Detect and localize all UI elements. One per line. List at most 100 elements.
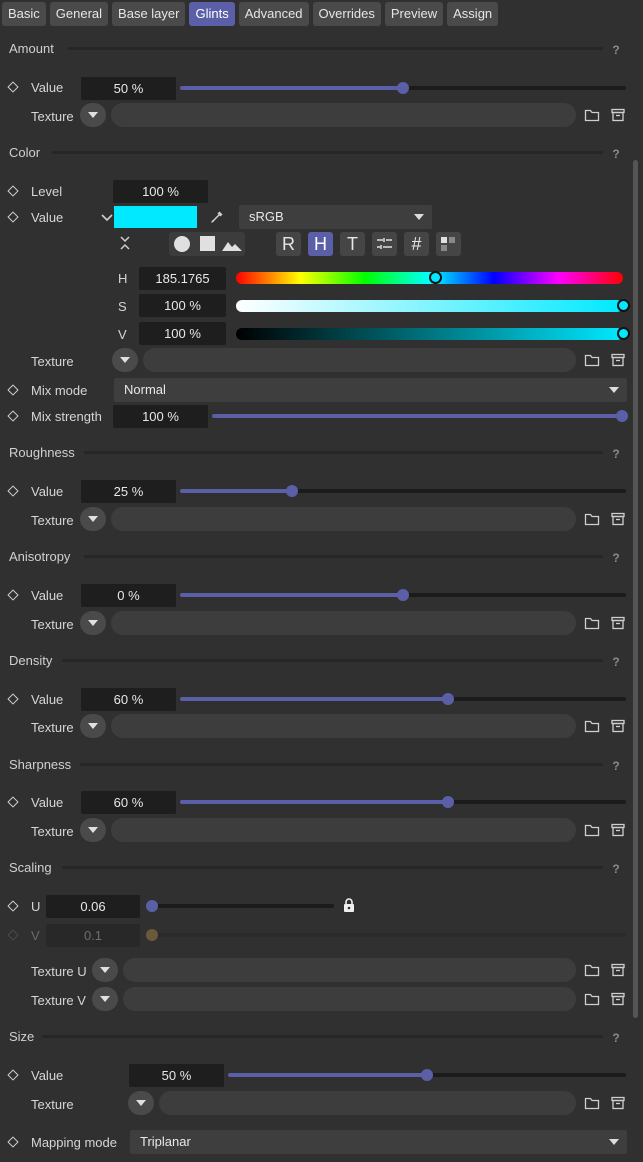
tab-glints[interactable]: Glints	[189, 2, 235, 26]
help-icon[interactable]: ?	[611, 551, 621, 565]
lock-icon[interactable]	[341, 897, 357, 913]
keyframe-icon[interactable]	[7, 384, 19, 396]
scale-u-field[interactable]: 0.06	[46, 895, 140, 918]
slider-handle[interactable]	[441, 693, 454, 705]
amount-value-field[interactable]: 50 %	[81, 77, 176, 100]
slider-handle[interactable]	[397, 82, 409, 94]
texture-slot[interactable]	[111, 714, 576, 738]
tab-preview[interactable]: Preview	[384, 2, 444, 26]
help-icon[interactable]: ?	[611, 759, 621, 773]
archive-icon[interactable]	[610, 352, 626, 368]
help-icon[interactable]: ?	[611, 862, 621, 876]
scrollbar[interactable]	[633, 160, 638, 1018]
folder-icon[interactable]	[584, 991, 600, 1007]
folder-icon[interactable]	[584, 962, 600, 978]
slider-handle[interactable]	[617, 327, 630, 340]
size-slider[interactable]	[228, 1069, 626, 1081]
size-value-field[interactable]: 50 %	[129, 1064, 224, 1087]
mode-button-h[interactable]: H	[308, 232, 333, 256]
folder-icon[interactable]	[584, 1095, 600, 1111]
archive-icon[interactable]	[610, 962, 626, 978]
tab-overrides[interactable]: Overrides	[312, 2, 381, 26]
tab-general[interactable]: General	[49, 2, 109, 26]
slider-handle[interactable]	[397, 589, 409, 601]
help-icon[interactable]: ?	[611, 447, 621, 461]
texture-slot[interactable]	[143, 348, 576, 372]
texture-slot[interactable]	[111, 818, 576, 842]
texture-slot[interactable]	[123, 958, 576, 982]
texture-dropdown-button[interactable]	[112, 348, 138, 372]
texture-dropdown-button[interactable]	[80, 714, 106, 738]
sharpness-slider[interactable]	[180, 796, 626, 808]
mode-button-r[interactable]: R	[276, 232, 301, 256]
help-icon[interactable]: ?	[611, 43, 621, 57]
archive-icon[interactable]	[610, 511, 626, 527]
texture-dropdown-button[interactable]	[80, 507, 106, 531]
tab-base-layer[interactable]: Base layer	[112, 2, 186, 26]
folder-icon[interactable]	[584, 107, 600, 123]
folder-icon[interactable]	[584, 718, 600, 734]
help-icon[interactable]: ?	[611, 1031, 621, 1045]
slider-handle[interactable]	[428, 271, 442, 284]
mode-button-mixer[interactable]	[372, 232, 397, 256]
mode-button-swatches[interactable]	[436, 232, 461, 256]
mode-button-t[interactable]: T	[340, 232, 365, 256]
scale-u-slider[interactable]	[146, 900, 334, 912]
folder-icon[interactable]	[584, 822, 600, 838]
archive-icon[interactable]	[610, 822, 626, 838]
slider-handle[interactable]	[617, 299, 630, 312]
brightness-slider[interactable]	[236, 327, 630, 340]
tab-advanced[interactable]: Advanced	[238, 2, 309, 26]
slider-handle[interactable]	[441, 796, 454, 808]
colorspace-dropdown[interactable]: sRGB	[239, 205, 432, 229]
mix-strength-slider[interactable]	[212, 410, 628, 422]
saturation-slider[interactable]	[236, 299, 630, 312]
density-value-field[interactable]: 60 %	[81, 688, 176, 711]
keyframe-icon[interactable]	[7, 589, 19, 601]
keyframe-icon[interactable]	[7, 410, 19, 422]
texture-dropdown-button[interactable]	[128, 1091, 154, 1115]
keyframe-icon[interactable]	[7, 1136, 19, 1148]
archive-icon[interactable]	[610, 107, 626, 123]
keyframe-icon[interactable]	[7, 693, 19, 705]
color-swatch[interactable]	[114, 206, 197, 228]
tab-assign[interactable]: Assign	[447, 2, 499, 26]
square-picker-icon[interactable]	[200, 236, 215, 251]
anisotropy-slider[interactable]	[180, 589, 626, 601]
mix-strength-field[interactable]: 100 %	[113, 405, 208, 428]
slider-handle[interactable]	[421, 1069, 433, 1081]
circle-picker-icon[interactable]	[174, 236, 190, 252]
sharpness-value-field[interactable]: 60 %	[81, 791, 176, 814]
keyframe-icon[interactable]	[7, 1069, 19, 1081]
folder-icon[interactable]	[584, 511, 600, 527]
amount-slider[interactable]	[180, 82, 626, 94]
archive-icon[interactable]	[610, 991, 626, 1007]
keyframe-icon[interactable]	[7, 485, 19, 497]
texture-slot[interactable]	[111, 507, 576, 531]
keyframe-icon[interactable]	[7, 185, 19, 197]
texture-dropdown-button[interactable]	[92, 958, 118, 982]
slider-handle[interactable]	[616, 410, 628, 422]
keyframe-icon[interactable]	[7, 81, 19, 93]
roughness-slider[interactable]	[180, 485, 626, 497]
mapping-mode-dropdown[interactable]: Triplanar	[130, 1130, 627, 1154]
saturation-field[interactable]: 100 %	[139, 294, 226, 317]
chevron-down-icon[interactable]	[99, 209, 115, 225]
texture-dropdown-button[interactable]	[80, 103, 106, 127]
archive-icon[interactable]	[610, 615, 626, 631]
archive-icon[interactable]	[610, 718, 626, 734]
folder-icon[interactable]	[584, 615, 600, 631]
archive-icon[interactable]	[610, 1095, 626, 1111]
hue-field[interactable]: 185.1765	[139, 267, 226, 290]
hue-slider[interactable]	[236, 271, 623, 284]
anisotropy-value-field[interactable]: 0 %	[81, 584, 176, 607]
mountain-picker-icon[interactable]	[222, 238, 242, 252]
folder-icon[interactable]	[584, 352, 600, 368]
eyedropper-icon[interactable]	[209, 209, 225, 225]
texture-dropdown-button[interactable]	[80, 611, 106, 635]
keyframe-icon[interactable]	[7, 900, 19, 912]
help-icon[interactable]: ?	[611, 655, 621, 669]
texture-slot[interactable]	[111, 103, 576, 127]
texture-dropdown-button[interactable]	[92, 987, 118, 1011]
keyframe-icon[interactable]	[7, 211, 19, 223]
